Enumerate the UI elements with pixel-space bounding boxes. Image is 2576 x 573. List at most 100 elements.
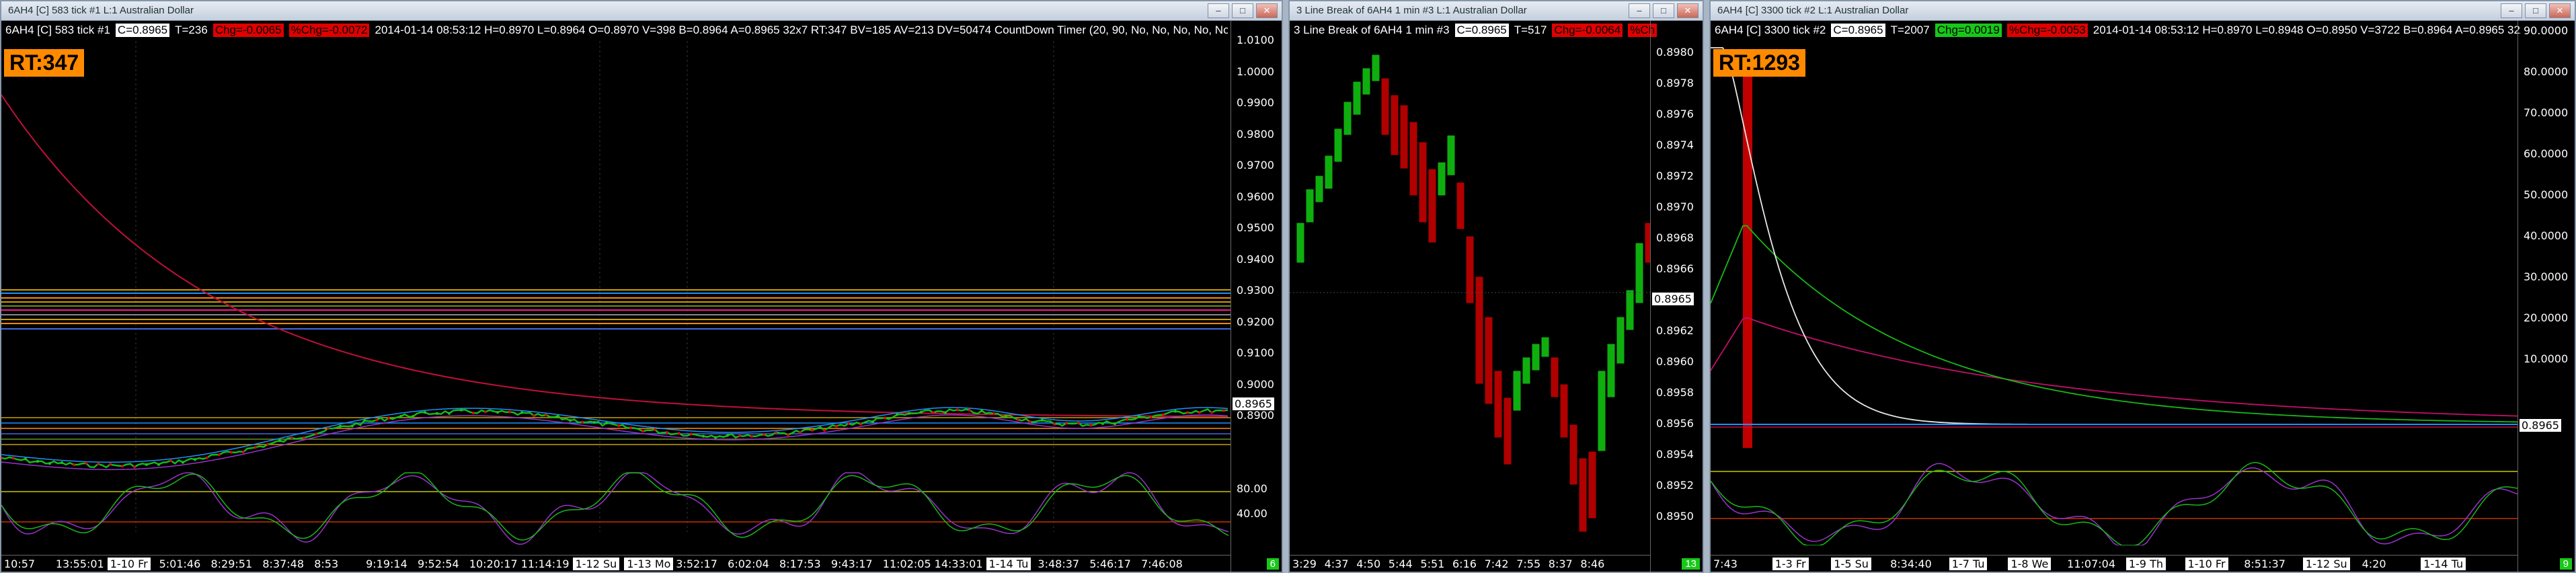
time-tick-label: 8:53 xyxy=(314,558,339,570)
price-bar xyxy=(920,410,923,414)
price-bar xyxy=(266,443,269,446)
info-field: C=0.8965 xyxy=(1831,24,1885,37)
time-tick-label: 7:55 xyxy=(1516,558,1541,570)
price-bar xyxy=(1210,411,1213,414)
price-bar xyxy=(1053,422,1056,426)
price-bar xyxy=(109,463,112,466)
price-tick-label: 0.8950 xyxy=(1656,510,1694,523)
line-break-brick xyxy=(1343,101,1352,136)
window-titlebar[interactable]: 6AH4 [C] 3300 tick #2 L:1 Australian Dol… xyxy=(1711,1,2575,21)
price-tick-label: 90.0000 xyxy=(2524,24,2569,37)
line-break-brick xyxy=(1380,77,1390,136)
price-chart-area[interactable]: 6AH4 [C] 583 tick #1 C=0.8965 T=236 Chg=-0.… xyxy=(1,21,1282,572)
line-break-brick xyxy=(1465,235,1475,304)
time-axis[interactable]: 10:57 13:55:01 1-10 Fr 5:01:46 8:29:51 8:37:4… xyxy=(1,555,1231,572)
price-bar xyxy=(520,411,523,414)
price-bar xyxy=(133,465,136,469)
price-tick-label: 0.8952 xyxy=(1656,479,1694,492)
date-marker-label: 1-3 Fr xyxy=(1772,558,1809,570)
chart-window-line-break[interactable]: 3 Line Break of 6AH4 1 min #3 L:1 Austra… xyxy=(1288,0,1704,573)
price-tick-label: 0.8956 xyxy=(1656,417,1694,430)
price-bar xyxy=(835,424,838,428)
chart-info-line: 3 Line Break of 6AH4 1 min #3 C=0.8965 T=5… xyxy=(1294,24,1696,40)
time-tick-label: 7:42 xyxy=(1484,558,1509,570)
price-tick-label: 60.0000 xyxy=(2524,147,2569,160)
date-marker-label: 1-12 Su xyxy=(572,558,620,570)
info-field: 2014-01-14 08:53:12 H=0.8970 L=0.8948 O=… xyxy=(2093,24,2521,36)
close-icon[interactable]: ✕ xyxy=(2549,3,2571,18)
line-break-brick xyxy=(1305,188,1315,223)
line-break-brick xyxy=(1588,451,1597,519)
window-titlebar[interactable]: 6AH4 [C] 583 tick #1 L:1 Australian Doll… xyxy=(1,1,1282,21)
price-bar xyxy=(859,422,862,426)
info-field: Chg=0.0019 xyxy=(1935,24,2002,37)
price-bar xyxy=(315,432,317,436)
price-chart-area[interactable]: 6AH4 [C] 3300 tick #2 C=0.8965 T=2007 Chg=0… xyxy=(1711,21,2575,572)
price-bar xyxy=(654,428,656,431)
date-marker-label: 1-8 We xyxy=(2008,558,2052,570)
line-break-chart-area[interactable]: 3 Line Break of 6AH4 1 min #3 C=0.8965 T=5… xyxy=(1290,21,1703,572)
close-icon[interactable]: ✕ xyxy=(1677,3,1699,18)
price-axis[interactable]: 1.0100 1.0000 0.9900 0.9800 0.9700 0.9600 0.95… xyxy=(1231,21,1282,572)
tall-volume-bar xyxy=(1743,61,1752,448)
maximize-icon[interactable]: □ xyxy=(1653,3,1674,18)
price-bar xyxy=(908,412,910,415)
time-axis[interactable]: 7:43 1-3 Fr 1-5 Su 8:34:40 1-7 Tu 1-8 We 11:07… xyxy=(1711,555,2518,572)
price-bar xyxy=(1186,411,1189,414)
price-bar xyxy=(363,419,366,422)
time-tick-label: 4:50 xyxy=(1356,558,1381,570)
price-bar xyxy=(169,459,172,462)
oscillator-tick-label: 40.00 xyxy=(1237,507,1267,520)
info-field: Chg=-0.0065 xyxy=(212,24,284,37)
price-tick-label: 0.8966 xyxy=(1656,262,1694,275)
price-bar xyxy=(327,426,329,430)
window-title: 6AH4 [C] 3300 tick #2 L:1 Australian Dol… xyxy=(1717,5,1909,16)
price-bar xyxy=(12,457,15,460)
time-tick-label: 10:20:17 xyxy=(469,558,518,570)
line-break-brick xyxy=(1399,104,1409,169)
line-break-brick xyxy=(1315,175,1324,203)
price-bar xyxy=(605,421,608,424)
time-tick-label: 8:17:53 xyxy=(779,558,821,570)
time-tick-label: 3:52:17 xyxy=(676,558,717,570)
price-axis[interactable]: 0.8980 0.8978 0.8976 0.8974 0.8972 0.8970 0.89… xyxy=(1650,21,1703,572)
info-field: T=517 xyxy=(1514,24,1547,36)
line-break-brick xyxy=(1625,289,1635,331)
time-tick-label: 8:46 xyxy=(1580,558,1605,570)
price-bar xyxy=(896,413,898,416)
value-axis[interactable]: 90.0000 80.0000 70.0000 60.0000 50.0000 40.00… xyxy=(2518,21,2572,572)
time-tick-label: 8:51:37 xyxy=(2244,558,2286,570)
time-tick-label: 9:52:54 xyxy=(417,558,459,570)
close-icon[interactable]: ✕ xyxy=(1256,3,1278,18)
maximize-icon[interactable]: □ xyxy=(2525,3,2546,18)
price-bar xyxy=(617,424,620,427)
price-bar xyxy=(738,434,741,438)
line-break-brick xyxy=(1606,343,1616,398)
date-marker-label: 1-14 Tu xyxy=(986,558,1031,570)
oscillator-tick-label: 80.00 xyxy=(1237,482,1267,495)
price-bar xyxy=(980,409,983,412)
price-bar xyxy=(557,414,559,418)
price-chart-canvas[interactable] xyxy=(1711,21,2518,545)
price-bar xyxy=(1,456,3,459)
chart-window-583-tick[interactable]: 6AH4 [C] 583 tick #1 L:1 Australian Doll… xyxy=(0,0,1283,573)
minimize-icon[interactable]: – xyxy=(2501,3,2522,18)
price-bar xyxy=(97,462,100,465)
line-break-brick xyxy=(1540,336,1550,358)
time-tick-label: 4:37 xyxy=(1324,558,1349,570)
time-axis[interactable]: 3:29 4:37 4:50 5:44 5:51 6:16 7:42 7:55 8:37 8:46 xyxy=(1290,555,1650,572)
line-break-brick xyxy=(1597,370,1606,452)
time-tick-label: 5:51 xyxy=(1420,558,1445,570)
price-tick-label: 40.0000 xyxy=(2524,229,2569,242)
price-chart-canvas[interactable] xyxy=(1,21,1231,545)
price-bar xyxy=(121,465,124,468)
info-field: T=2007 xyxy=(1890,24,1930,36)
line-break-canvas[interactable] xyxy=(1290,21,1650,545)
minimize-icon[interactable]: – xyxy=(1208,3,1229,18)
window-titlebar[interactable]: 3 Line Break of 6AH4 1 min #3 L:1 Austra… xyxy=(1290,1,1703,21)
chart-window-3300-tick[interactable]: 6AH4 [C] 3300 tick #2 L:1 Australian Dol… xyxy=(1709,0,2576,573)
price-bar xyxy=(278,439,281,443)
maximize-icon[interactable]: □ xyxy=(1232,3,1253,18)
minimize-icon[interactable]: – xyxy=(1629,3,1650,18)
info-field: 2014-01-14 08:53:12 H=0.8970 L=0.8964 O=… xyxy=(375,24,1228,36)
